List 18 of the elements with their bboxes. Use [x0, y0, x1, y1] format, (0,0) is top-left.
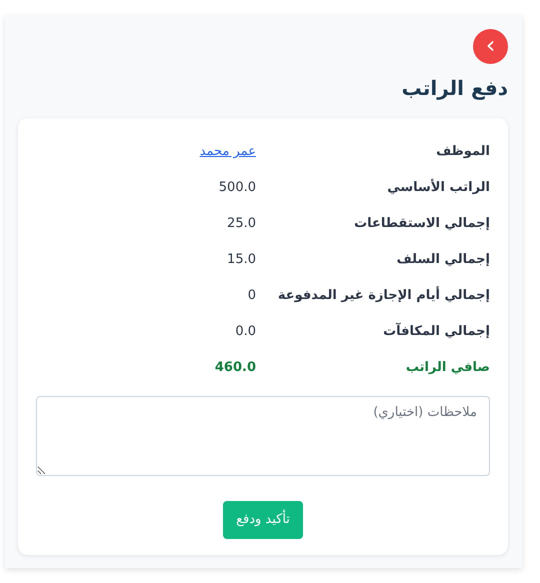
- employee-link[interactable]: عمر محمد: [200, 144, 256, 160]
- field-label: صافي الراتب: [406, 360, 490, 376]
- field-value: 15.0: [227, 252, 256, 268]
- field-value: 0.0: [235, 324, 256, 340]
- page-title: دفع الراتب: [400, 76, 508, 100]
- back-button[interactable]: ›: [473, 29, 508, 64]
- field-label: إجمالي السلف: [396, 252, 490, 268]
- field-value: 500.0: [218, 180, 256, 196]
- field-value: 0: [248, 288, 256, 304]
- confirm-pay-button[interactable]: تأكيد ودفع: [223, 501, 303, 538]
- field-label: إجمالي أيام الإجازة غير المدفوعة: [278, 288, 490, 304]
- field-label: الموظف: [436, 144, 490, 160]
- field-label: إجمالي الاستقطاعات: [354, 216, 490, 232]
- net-salary-value: 460.0: [214, 360, 256, 376]
- field-value: 25.0: [227, 216, 256, 232]
- notes-field[interactable]: ملاحظات (اختياري): [36, 396, 490, 476]
- field-label: الراتب الأساسي: [387, 180, 490, 196]
- field-label: إجمالي المكافآت: [383, 324, 490, 340]
